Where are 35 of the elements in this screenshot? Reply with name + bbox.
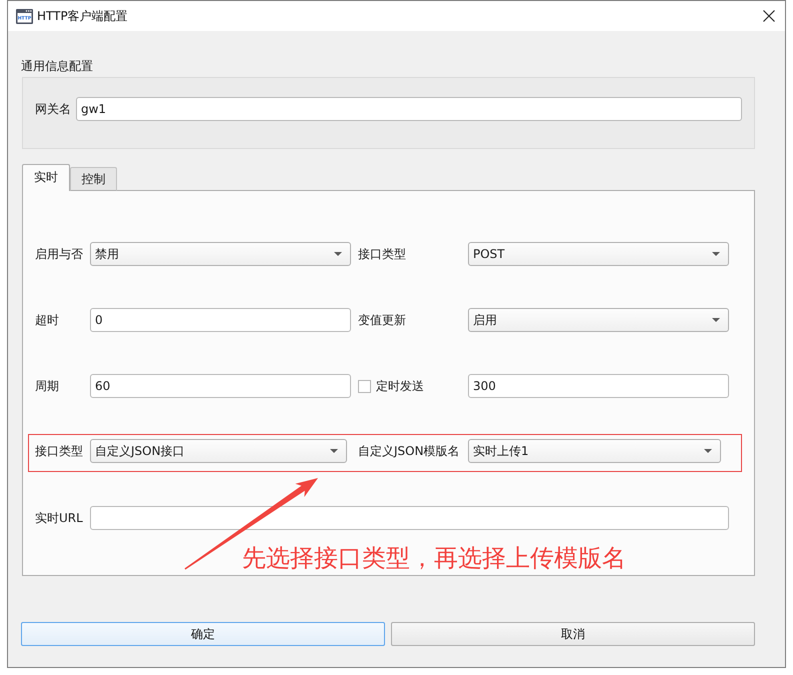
field-label: 周期 [35, 378, 60, 394]
text-field[interactable]: 0 [90, 308, 351, 332]
confirm-button[interactable]: 确定 [21, 622, 385, 646]
annotation-text: 先选择接口类型，再选择上传模版名 [242, 543, 626, 573]
checkbox-label: 定时发送 [376, 378, 424, 394]
tab[interactable]: 控制 [70, 167, 117, 191]
field-label: 接口类型 [35, 443, 84, 459]
dropdown[interactable]: 实时上传1 [468, 439, 721, 463]
text-field[interactable] [90, 506, 729, 530]
field-label: 超时 [35, 312, 60, 328]
dropdown[interactable]: POST [468, 242, 729, 266]
dropdown[interactable]: 启用 [468, 308, 729, 332]
window-title: HTTP客户端配置 [37, 8, 128, 24]
dropdown[interactable]: 自定义JSON接口 [90, 439, 347, 463]
dropdown-caret-icon [334, 252, 342, 256]
dropdown-caret-icon [330, 449, 338, 453]
text-field[interactable]: 300 [468, 374, 729, 398]
field-label: 网关名 [35, 101, 71, 117]
field-label: 实时URL [35, 510, 84, 526]
dropdown-caret-icon [704, 449, 712, 453]
field-label: 启用与否 [35, 246, 84, 262]
text-field[interactable]: gw1 [76, 97, 742, 121]
dropdown-caret-icon [712, 318, 720, 322]
field-label: 接口类型 [358, 246, 406, 262]
text-field[interactable]: 60 [90, 374, 351, 398]
dropdown-caret-icon [712, 252, 720, 256]
close-button[interactable] [762, 9, 776, 23]
dropdown[interactable]: 禁用 [90, 242, 351, 266]
field-label: 自定义JSON模版名 [358, 443, 460, 459]
section-heading: 通用信息配置 [21, 58, 93, 75]
field-label: 变值更新 [358, 312, 406, 328]
cancel-button[interactable]: 取消 [391, 622, 755, 646]
checkbox[interactable] [358, 380, 371, 392]
close-icon [763, 10, 775, 22]
tab[interactable]: 实时 [22, 164, 70, 191]
